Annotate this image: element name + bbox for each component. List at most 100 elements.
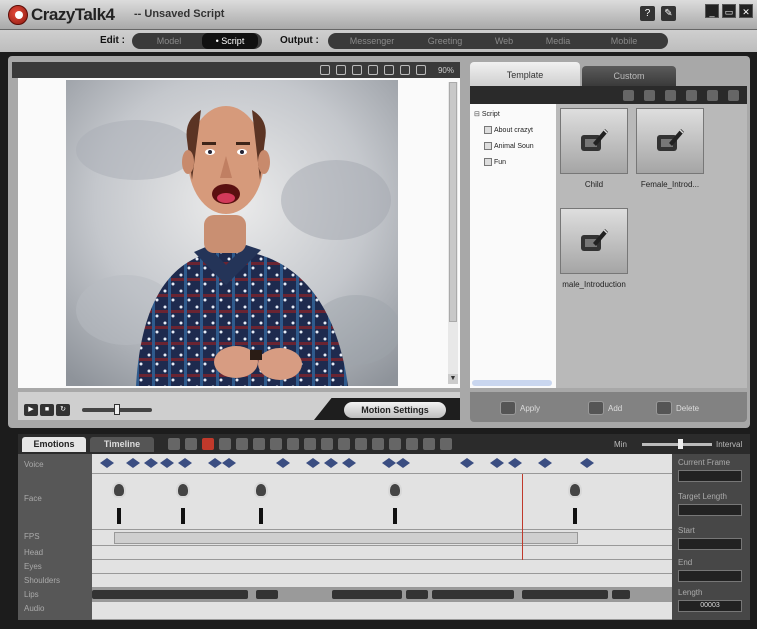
tab-mobile[interactable]: Mobile <box>586 33 662 49</box>
playhead[interactable] <box>522 474 523 560</box>
current-frame-field[interactable] <box>678 470 742 482</box>
timeline-zoom-slider[interactable] <box>642 443 712 446</box>
voice-key[interactable] <box>396 458 410 468</box>
voice-key[interactable] <box>580 458 594 468</box>
tree-item-about[interactable]: About crazyt <box>484 126 533 134</box>
tree-item-script[interactable]: ⊟ Script <box>474 110 500 119</box>
target-length-field[interactable] <box>678 504 742 516</box>
import-icon[interactable] <box>644 89 655 101</box>
tab-model[interactable]: Model <box>136 33 202 49</box>
lips-segment[interactable] <box>92 590 248 599</box>
help-icon[interactable]: ? <box>640 6 655 21</box>
add-button[interactable]: Add <box>588 401 622 415</box>
scroll-down-icon[interactable]: ▼ <box>448 374 458 384</box>
restore-button[interactable]: ▭ <box>722 4 736 18</box>
marker-icon[interactable] <box>372 438 384 450</box>
fps-range-bar[interactable] <box>114 532 578 544</box>
minimize-button[interactable]: _ <box>705 4 719 18</box>
face-key-icon[interactable] <box>254 482 268 498</box>
library-thumbnail[interactable] <box>560 208 628 274</box>
lips-segment[interactable] <box>332 590 402 599</box>
voice-key[interactable] <box>538 458 552 468</box>
library-item-male-introduction[interactable]: male_Introduction <box>560 208 628 289</box>
camera-icon[interactable] <box>335 65 346 75</box>
voice-key[interactable] <box>160 458 174 468</box>
lips-segment[interactable] <box>522 590 608 599</box>
end-field[interactable] <box>678 570 742 582</box>
library-thumbnail[interactable] <box>560 108 628 174</box>
tab-emotions[interactable]: Emotions <box>22 437 86 452</box>
tab-messenger[interactable]: Messenger <box>332 33 412 49</box>
tab-timeline[interactable]: Timeline <box>90 437 154 452</box>
screenshot-icon[interactable] <box>319 65 330 75</box>
copy-tool-icon[interactable] <box>219 438 231 450</box>
track-eyes[interactable] <box>92 560 672 574</box>
select-tool-icon[interactable] <box>168 438 180 450</box>
fullscreen-icon[interactable] <box>415 65 426 75</box>
close-button[interactable]: ✕ <box>739 4 753 18</box>
track-shoulders[interactable] <box>92 574 672 588</box>
tab-custom[interactable]: Custom <box>582 66 676 86</box>
close-icon[interactable] <box>728 89 739 101</box>
timeline-tracks[interactable] <box>92 454 672 620</box>
viewport-scrollbar[interactable]: ▼ <box>448 82 458 384</box>
list-view-icon[interactable] <box>707 89 718 101</box>
voice-key[interactable] <box>126 458 140 468</box>
options-icon[interactable] <box>440 438 452 450</box>
ease-icon[interactable] <box>389 438 401 450</box>
voice-key[interactable] <box>508 458 522 468</box>
reset-icon[interactable] <box>406 438 418 450</box>
tree-item-fun[interactable]: Fun <box>484 158 506 166</box>
voice-key[interactable] <box>144 458 158 468</box>
cut-tool-icon[interactable] <box>185 438 197 450</box>
tree-item-animal-sounds[interactable]: Animal Soun <box>484 142 534 150</box>
face-key-icon[interactable] <box>388 482 402 498</box>
zoom-out-icon[interactable] <box>367 65 378 75</box>
voice-key[interactable] <box>276 458 290 468</box>
voice-key[interactable] <box>460 458 474 468</box>
paste-tool-icon[interactable] <box>236 438 248 450</box>
play-icon[interactable]: ▶ <box>24 404 38 416</box>
record-icon[interactable] <box>202 438 214 450</box>
face-key-icon[interactable] <box>568 482 582 498</box>
stop-icon[interactable]: ■ <box>40 404 54 416</box>
library-item-female-introduction[interactable]: Female_Introd... <box>636 108 704 189</box>
tab-greeting[interactable]: Greeting <box>412 33 478 49</box>
voice-key[interactable] <box>100 458 114 468</box>
voice-key[interactable] <box>208 458 222 468</box>
face-key-icon[interactable] <box>112 482 126 498</box>
track-voice[interactable] <box>92 454 672 474</box>
start-field[interactable] <box>678 538 742 550</box>
preview-viewport[interactable]: ▼ <box>18 78 460 388</box>
fit-icon[interactable] <box>383 65 394 75</box>
insert-key-icon[interactable] <box>270 438 282 450</box>
scrollbar-thumb[interactable] <box>449 82 457 322</box>
collapse-icon[interactable]: ⊟ <box>474 110 480 118</box>
track-audio[interactable] <box>92 602 672 620</box>
library-thumbnail[interactable] <box>636 108 704 174</box>
lips-segment[interactable] <box>432 590 514 599</box>
tool-icon[interactable]: ✎ <box>661 6 676 21</box>
loop-key-icon[interactable] <box>338 438 350 450</box>
playback-slider-thumb[interactable] <box>114 404 120 415</box>
lips-segment[interactable] <box>256 590 278 599</box>
move-key-icon[interactable] <box>287 438 299 450</box>
preview-icon[interactable] <box>355 438 367 450</box>
sound-icon[interactable] <box>423 438 435 450</box>
lips-segment[interactable] <box>406 590 428 599</box>
voice-key[interactable] <box>306 458 320 468</box>
loop-icon[interactable]: ↻ <box>56 404 70 416</box>
tab-media[interactable]: Media <box>530 33 586 49</box>
new-folder-icon[interactable] <box>623 89 634 101</box>
lips-segment[interactable] <box>612 590 630 599</box>
voice-key[interactable] <box>382 458 396 468</box>
tab-script[interactable]: • Script <box>202 33 258 49</box>
pan-icon[interactable] <box>399 65 410 75</box>
tab-web[interactable]: Web <box>478 33 530 49</box>
tree-horizontal-scrollbar[interactable] <box>472 380 552 386</box>
snap-icon[interactable] <box>321 438 333 450</box>
voice-key[interactable] <box>324 458 338 468</box>
voice-key[interactable] <box>222 458 236 468</box>
delete-button[interactable]: Delete <box>656 401 699 415</box>
delete-key-icon[interactable] <box>253 438 265 450</box>
